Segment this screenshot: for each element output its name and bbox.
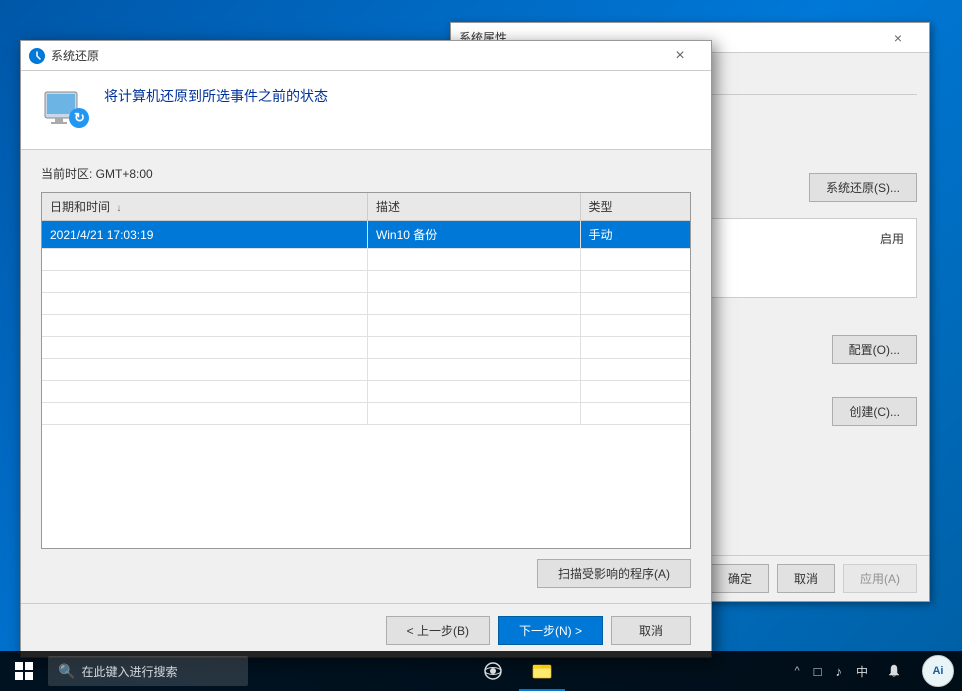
cell-empty-datetime	[42, 359, 367, 381]
cell-empty-datetime	[42, 293, 367, 315]
cell-empty-datetime	[42, 249, 367, 271]
cell-empty-datetime	[42, 381, 367, 403]
language-text: 中	[856, 663, 868, 680]
volume-icon: ♪	[835, 664, 842, 679]
taskbar-right: ^ □ ♪ 中 Ai	[788, 651, 962, 691]
table-row-empty	[42, 293, 690, 315]
ok-button[interactable]: 确定	[711, 564, 769, 593]
restore-header-title: 将计算机还原到所选事件之前的状态	[104, 86, 691, 106]
network-icon: □	[814, 664, 822, 679]
cell-empty-type	[580, 381, 690, 403]
tray-chevron[interactable]: ^	[788, 651, 805, 691]
table-row-empty	[42, 359, 690, 381]
col-datetime[interactable]: 日期和时间 ↓	[42, 193, 367, 221]
apply-button[interactable]: 应用(A)	[843, 564, 917, 593]
cell-empty-desc	[367, 249, 580, 271]
col-desc[interactable]: 描述	[367, 193, 580, 221]
table-row-empty	[42, 403, 690, 425]
col-type[interactable]: 类型	[580, 193, 690, 221]
restore-header: ↻ 将计算机还原到所选事件之前的状态	[21, 71, 711, 150]
cell-empty-type	[580, 403, 690, 425]
task-view-button[interactable]	[471, 651, 515, 691]
tray-brand[interactable]: Ai	[914, 655, 962, 687]
brand-logo-text: Ai	[932, 665, 943, 677]
restore-table-body[interactable]: 2021/4/21 17:03:19Win10 备份手动	[42, 221, 690, 425]
search-placeholder-text: 在此键入进行搜索	[81, 663, 177, 680]
restore-header-text: 将计算机还原到所选事件之前的状态	[104, 86, 691, 112]
cell-empty-type	[580, 293, 690, 315]
cell-empty-desc	[367, 337, 580, 359]
cell-empty-desc	[367, 403, 580, 425]
cancel-footer-button[interactable]: 取消	[611, 616, 691, 645]
prev-button[interactable]: < 上一步(B)	[386, 616, 490, 645]
restore-titlebar-left: 系统还原	[29, 47, 99, 64]
brand-logo: Ai	[922, 655, 954, 687]
taskbar: 🔍 在此键入进行搜索	[0, 651, 962, 691]
start-button[interactable]	[0, 651, 48, 691]
restore-close-button[interactable]: ×	[657, 41, 703, 71]
scan-btn-row: 扫描受影响的程序(A)	[41, 559, 691, 588]
restore-body: 当前时区: GMT+8:00 日期和时间 ↓ 描述 类型	[21, 150, 711, 603]
cell-empty-type	[580, 337, 690, 359]
restore-title: 系统还原	[51, 47, 99, 64]
cell-empty-desc	[367, 271, 580, 293]
cancel-button[interactable]: 取消	[777, 564, 835, 593]
next-button[interactable]: 下一步(N) >	[498, 616, 603, 645]
restore-dialog: 系统还原 × ↻ 将计算机还原到所选事件之前的状态 当前时区	[20, 40, 712, 658]
table-header-row: 日期和时间 ↓ 描述 类型	[42, 193, 690, 221]
cell-empty-desc	[367, 359, 580, 381]
table-row-empty	[42, 337, 690, 359]
tray-arrow-icon: ^	[794, 665, 799, 677]
cell-empty-desc	[367, 315, 580, 337]
scan-btn[interactable]: 扫描受影响的程序(A)	[537, 559, 691, 588]
taskbar-search[interactable]: 🔍 在此键入进行搜索	[48, 656, 248, 686]
protection-status: 启用	[880, 230, 904, 247]
table-row-empty	[42, 315, 690, 337]
cell-empty-datetime	[42, 403, 367, 425]
cell-empty-desc	[367, 381, 580, 403]
notify-button[interactable]	[876, 651, 912, 691]
cell-empty-datetime	[42, 337, 367, 359]
cell-datetime: 2021/4/21 17:03:19	[42, 221, 367, 249]
table-row[interactable]: 2021/4/21 17:03:19Win10 备份手动	[42, 221, 690, 249]
tray-volume[interactable]: ♪	[829, 651, 848, 691]
restore-titlebar: 系统还原 ×	[21, 41, 711, 71]
tray-language[interactable]: 中	[850, 651, 874, 691]
cell-empty-datetime	[42, 315, 367, 337]
table-row-empty	[42, 249, 690, 271]
cell-empty-type	[580, 271, 690, 293]
system-props-close-button[interactable]: ×	[875, 23, 921, 53]
cell-type: 手动	[580, 221, 690, 249]
cell-empty-type	[580, 315, 690, 337]
svg-text:↻: ↻	[74, 110, 85, 125]
config-button[interactable]: 配置(O)...	[832, 335, 917, 364]
restore-header-icon: ↻	[41, 86, 89, 134]
cell-empty-type	[580, 249, 690, 271]
restore-table-container: 日期和时间 ↓ 描述 类型 2021/4/21 17:03:19Win10 备份…	[41, 192, 691, 549]
windows-logo	[15, 662, 33, 680]
tray-network[interactable]: □	[808, 651, 828, 691]
restore-table: 日期和时间 ↓ 描述 类型 2021/4/21 17:03:19Win10 备份…	[42, 193, 690, 425]
sort-arrow: ↓	[116, 203, 121, 214]
cell-empty-type	[580, 359, 690, 381]
table-row-empty	[42, 271, 690, 293]
restore-footer: < 上一步(B) 下一步(N) > 取消	[21, 603, 711, 657]
desktop: 系统属性 × 远程 →	[0, 0, 962, 691]
table-row-empty	[42, 381, 690, 403]
restore-timezone: 当前时区: GMT+8:00	[41, 165, 691, 182]
create-button[interactable]: 创建(C)...	[832, 397, 917, 426]
search-icon: 🔍	[58, 663, 75, 680]
cell-empty-datetime	[42, 271, 367, 293]
restore-icon	[29, 48, 45, 64]
taskbar-center	[471, 651, 565, 691]
file-explorer-button[interactable]	[519, 651, 565, 691]
taskbar-left: 🔍 在此键入进行搜索	[0, 651, 248, 691]
cell-empty-desc	[367, 293, 580, 315]
cell-desc: Win10 备份	[367, 221, 580, 249]
system-restore-button[interactable]: 系统还原(S)...	[809, 173, 917, 202]
